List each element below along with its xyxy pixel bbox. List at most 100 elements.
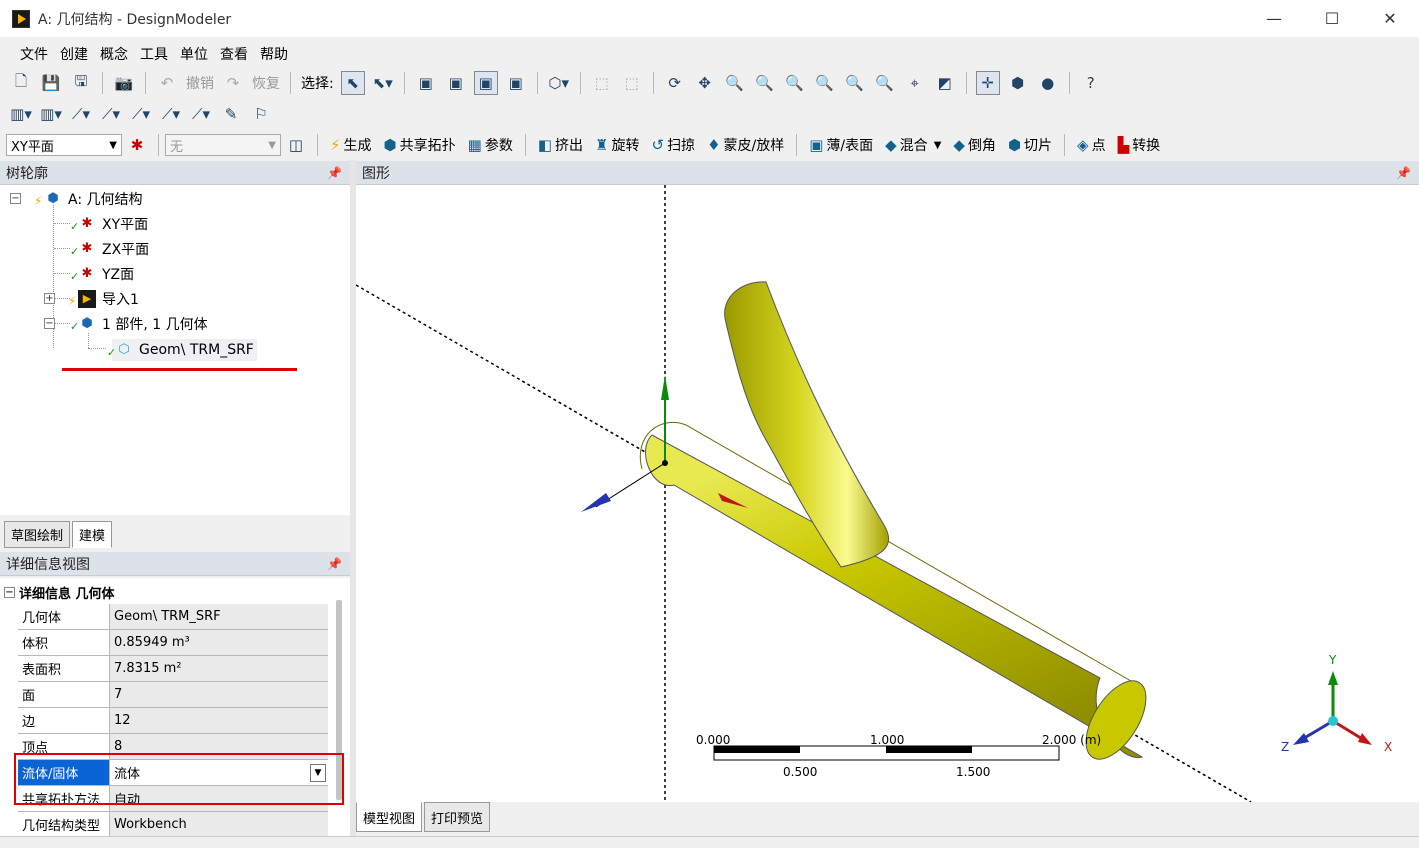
menu-help[interactable]: 帮助 (254, 44, 294, 64)
menu-file[interactable]: 文件 (14, 44, 54, 64)
toolbar-separator (965, 72, 967, 94)
rotate-icon[interactable]: ⟳ (663, 71, 687, 95)
select-face-icon[interactable]: ▣ (473, 71, 498, 95)
zoom-icon[interactable]: 🔍 (723, 71, 747, 95)
conversion-label: 转换 (1132, 138, 1161, 154)
edge-select-3-icon[interactable]: ⟋▾ (129, 102, 153, 126)
pin-icon[interactable]: 📌 (1396, 166, 1411, 180)
sweep-button[interactable]: ↺ 扫掠 (651, 135, 695, 155)
edge-select-4-icon[interactable]: ⟋▾ (159, 102, 183, 126)
pin-tool-icon[interactable]: ✎ (219, 102, 243, 126)
edge-select-5-icon[interactable]: ⟋▾ (189, 102, 213, 126)
redo-icon[interactable]: ↷ (221, 71, 245, 95)
redo-button[interactable]: 恢复 (252, 73, 280, 93)
share-topology-button[interactable]: ⬢ 共享拓扑 (384, 135, 456, 155)
save-icon[interactable]: 💾 (39, 71, 63, 95)
view-orient-icon[interactable]: ◩ (933, 71, 957, 95)
scale-label-15: 1.500 (956, 765, 990, 779)
tab-print-preview[interactable]: 打印预览 (424, 802, 491, 832)
select-all-icon[interactable]: ⬚ (590, 71, 614, 95)
select-body-icon[interactable]: ▣ (504, 71, 528, 95)
y-axis-arrowhead (661, 375, 669, 400)
undo-button[interactable]: 撤销 (186, 73, 214, 93)
flag-icon[interactable]: ⚐ (249, 102, 273, 126)
select-mode-icon[interactable]: ⬉▾ (371, 71, 395, 95)
tree-item-import1[interactable]: ▶ ⚡ 导入1 (68, 289, 139, 309)
point-display-icon[interactable]: ● (1036, 71, 1060, 95)
extrude-button[interactable]: ◧ 挤出 (538, 135, 583, 155)
chamfer-button[interactable]: ◆ 倒角 (953, 135, 996, 155)
skin-loft-button[interactable]: ♦ 蒙皮/放样 (707, 135, 784, 155)
zoom-fit-icon[interactable]: 🔍 (783, 71, 807, 95)
whats-this-icon[interactable]: ? (1079, 71, 1103, 95)
window-title: A: 几何结构 - DesignModeler (38, 11, 232, 28)
iso-view-icon[interactable]: ⌖ (903, 71, 927, 95)
new-sketch-icon[interactable]: ◫ (284, 133, 308, 157)
menu-tools[interactable]: 工具 (134, 44, 174, 64)
plane-combo[interactable]: XY平面 ▼ (6, 134, 122, 156)
pin-icon[interactable]: 📌 (327, 166, 342, 180)
tree-item-parts[interactable]: ⬢ ✓ 1 部件, 1 几何体 (70, 314, 208, 334)
extend-selection-icon[interactable]: ⬡▾ (547, 71, 571, 95)
menu-units[interactable]: 单位 (174, 44, 214, 64)
display-plane-icon[interactable]: ✛ (975, 71, 1000, 95)
blend-button[interactable]: ◆ 混合 ▼ (885, 135, 941, 155)
expand-icon[interactable]: + (44, 293, 55, 304)
skin-loft-label: 蒙皮/放样 (723, 138, 785, 154)
tab-sketching[interactable]: 草图绘制 (4, 521, 71, 548)
tree-item-root[interactable]: ⬢ ⚡ A: 几何结构 (34, 189, 143, 209)
close-button[interactable]: ✕ (1361, 0, 1419, 37)
select-point-icon[interactable]: ▣ (414, 71, 438, 95)
select-pointer-icon[interactable]: ⬉ (340, 71, 365, 95)
detail-row-geometry: 几何体 Geom\ TRM_SRF (18, 604, 328, 630)
point-button[interactable]: ◈ 点 (1077, 135, 1106, 155)
modeling-toolbar: XY平面 ▼ ✱ 无 ▼ ◫ ⚡ 生成 ⬢ 共享拓扑 ▦ 参数 ◧ 挤出 ♜ 旋转 ↺ 扫掠 ♦… (0, 130, 1419, 160)
pan-icon[interactable]: ✥ (693, 71, 717, 95)
zoom-box-icon[interactable]: 🔍 (753, 71, 777, 95)
sketch-combo[interactable]: 无 ▼ (165, 134, 281, 156)
tree-item-yz-plane[interactable]: ✱ ✓ YZ面 (70, 264, 134, 284)
collapse-icon[interactable]: − (44, 318, 55, 329)
undo-icon[interactable]: ↶ (155, 71, 179, 95)
new-plane-icon[interactable]: ✱ (125, 133, 149, 157)
edge-select-1-icon[interactable]: ⟋▾ (69, 102, 93, 126)
minimize-button[interactable]: — (1245, 0, 1303, 37)
zoom-window-icon[interactable]: 🔍 (813, 71, 837, 95)
edge-select-2-icon[interactable]: ⟋▾ (99, 102, 123, 126)
detail-row-edges: 边 12 (18, 708, 328, 734)
menu-concept[interactable]: 概念 (94, 44, 134, 64)
triad-z-arrowhead (1293, 733, 1309, 745)
generate-label: 生成 (343, 138, 372, 154)
tree-item-body[interactable]: ⬡ ✓ Geom\ TRM_SRF (107, 339, 257, 361)
invert-selection-icon[interactable]: ⬚ (620, 71, 644, 95)
face-select-icon[interactable]: ▥▾ (39, 102, 63, 126)
collapse-icon[interactable]: − (10, 193, 21, 204)
menu-create[interactable]: 创建 (54, 44, 94, 64)
revolve-button[interactable]: ♜ 旋转 (595, 135, 639, 155)
conversion-button[interactable]: ▙ 转换 (1118, 135, 1161, 155)
new-icon[interactable]: 🗋 (9, 71, 33, 95)
details-section-header[interactable]: − 详细信息 几何体 (0, 580, 115, 604)
tree-item-xy-plane[interactable]: ✱ ✓ XY平面 (70, 214, 148, 234)
pin-icon[interactable]: 📌 (327, 557, 342, 571)
generate-button[interactable]: ⚡ 生成 (330, 135, 372, 155)
export-icon[interactable]: 🖫 (69, 71, 93, 95)
tree-item-zx-plane[interactable]: ✱ ✓ ZX平面 (70, 239, 149, 259)
magnifier-icon[interactable]: 🔍 (843, 71, 867, 95)
tab-model-view[interactable]: 模型视图 (356, 802, 423, 832)
collapse-icon[interactable]: − (4, 586, 15, 598)
select-edge-icon[interactable]: ▣ (444, 71, 468, 95)
menu-view[interactable]: 查看 (214, 44, 254, 64)
details-view: − 详细信息 几何体 几何体 Geom\ TRM_SRF 体积 0.85949 m³… (0, 578, 350, 848)
graphics-viewport[interactable]: 0.000 1.000 2.000 (m) 0.500 1.500 Y Z X (356, 185, 1419, 802)
maximize-button[interactable]: ☐ (1303, 0, 1361, 37)
detail-key: 几何体 (18, 604, 110, 629)
tab-modeling[interactable]: 建模 (72, 521, 113, 548)
display-model-icon[interactable]: ⬢ (1006, 71, 1030, 95)
slice-button[interactable]: ⬢ 切片 (1008, 135, 1052, 155)
previous-view-icon[interactable]: 🔍 (873, 71, 897, 95)
box-select-icon[interactable]: ▥▾ (9, 102, 33, 126)
thin-surface-button[interactable]: ▣ 薄/表面 (809, 135, 873, 155)
screenshot-icon[interactable]: 📷 (112, 71, 136, 95)
parameters-button[interactable]: ▦ 参数 (468, 135, 513, 155)
